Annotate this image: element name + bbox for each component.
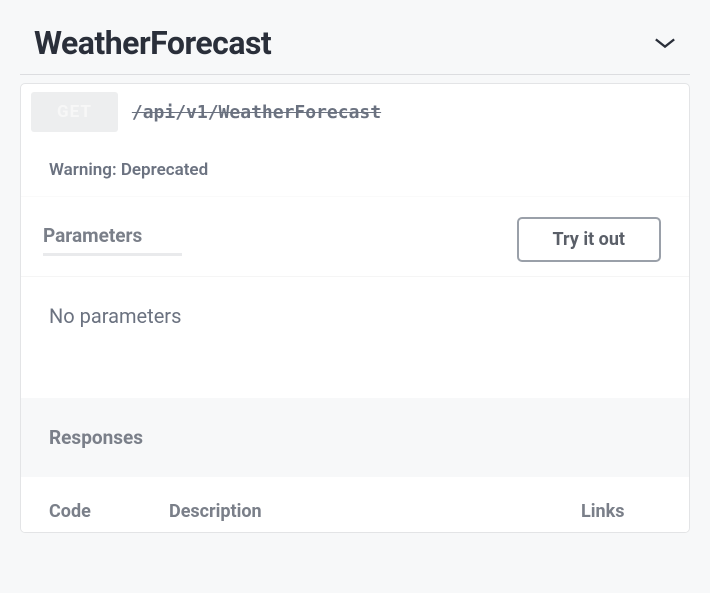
column-header-description: Description <box>169 501 581 522</box>
parameters-bar: Parameters Try it out <box>21 196 689 276</box>
chevron-down-icon <box>654 37 676 49</box>
deprecated-warning: Warning: Deprecated <box>21 138 689 196</box>
endpoint-summary[interactable]: GET /api/v1/WeatherForecast <box>21 84 689 138</box>
endpoint-card: GET /api/v1/WeatherForecast Warning: Dep… <box>20 83 690 533</box>
parameters-tab[interactable]: Parameters <box>43 224 182 256</box>
responses-bar: Responses <box>21 398 689 477</box>
section-title: WeatherForecast <box>34 24 271 62</box>
parameters-heading: Parameters <box>43 224 142 247</box>
http-method-badge: GET <box>31 92 118 132</box>
endpoint-path: /api/v1/WeatherForecast <box>132 102 381 123</box>
responses-table-header: Code Description Links <box>21 477 689 532</box>
column-header-links: Links <box>581 501 661 522</box>
responses-heading: Responses <box>49 426 143 449</box>
column-header-code: Code <box>49 501 169 522</box>
section-header[interactable]: WeatherForecast <box>20 24 690 75</box>
deprecated-text: Warning: Deprecated <box>49 160 208 180</box>
no-parameters-text: No parameters <box>21 276 689 398</box>
try-it-out-button[interactable]: Try it out <box>517 217 662 262</box>
